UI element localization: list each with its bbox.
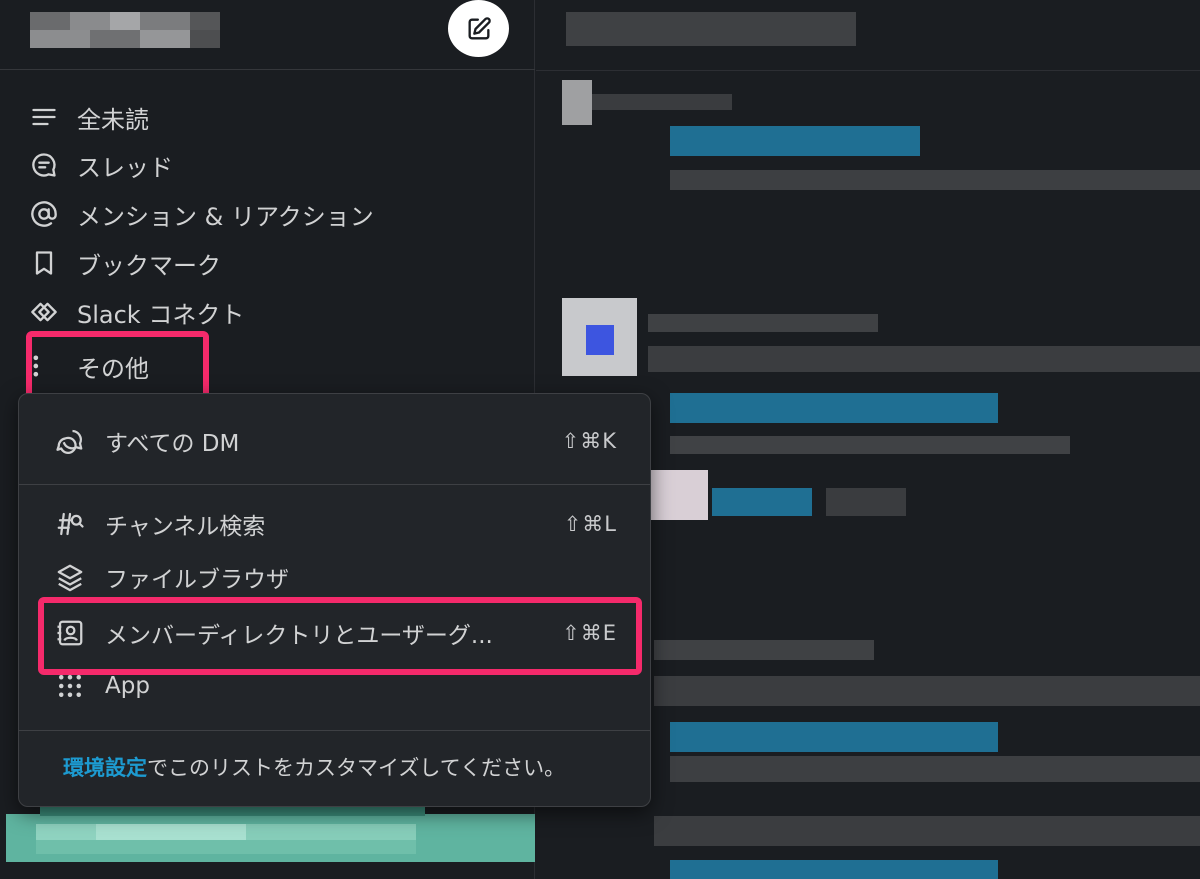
menu-item-shortcut: ⇧⌘L [563,512,617,536]
at-sign-icon [30,198,62,230]
nav-item-label: ブックマーク [77,251,221,280]
nav-item-bookmarks[interactable]: ブックマーク [30,241,221,285]
menu-divider [19,730,650,731]
edit-icon [468,16,491,39]
menu-item-label: ファイルブラウザ [105,567,289,593]
layers-icon [55,560,89,594]
preferences-link[interactable]: 環境設定 [63,756,147,780]
nav-item-label: スレッド [77,153,173,182]
nav-item-label: 全未読 [77,105,149,134]
compose-button[interactable] [448,0,509,57]
redacted-selected-channel[interactable] [6,814,535,862]
nav-item-mentions[interactable]: メンション & リアクション [30,192,374,236]
nav-item-label: Slack コネクト [77,300,245,329]
channel-search-icon [55,507,89,541]
redacted-workspace-name[interactable] [30,12,220,50]
vertical-ellipsis-icon [30,350,62,382]
menu-item-all-dms[interactable]: すべての DM ⇧⌘K [55,418,625,464]
dm-bubbles-icon [55,424,89,458]
workspace-header [0,0,535,70]
menu-divider [19,484,650,485]
menu-item-file-browser[interactable]: ファイルブラウザ [55,554,625,600]
more-menu-popup: すべての DM ⇧⌘K チャンネル検索 ⇧⌘L ファイルブラウザ メンバーディレ… [18,393,651,807]
menu-item-shortcut: ⇧⌘K [561,429,617,453]
menu-item-shortcut: ⇧⌘E [562,621,617,645]
menu-item-label: チャンネル検索 [105,514,266,540]
redacted-row-strip [40,806,425,816]
nav-item-all-unreads[interactable]: 全未読 [30,95,149,139]
menu-item-label: すべての DM [105,431,240,457]
list-icon [30,101,62,133]
nav-item-threads[interactable]: スレッド [30,143,173,187]
redacted-channel-header [566,12,856,46]
contact-card-icon [55,616,89,650]
menu-item-label: メンバーディレクトリとユーザーグ... [105,623,493,649]
menu-item-member-directory[interactable]: メンバーディレクトリとユーザーグ... ⇧⌘E [55,610,625,656]
menu-item-label: App [105,673,150,699]
menu-footer: 環境設定でこのリストをカスタマイズしてください。 [63,752,565,782]
menu-item-channel-search[interactable]: チャンネル検索 ⇧⌘L [55,501,625,547]
nav-item-slack-connect[interactable]: Slack コネクト [30,290,244,334]
nav-item-label: その他 [77,354,149,383]
bookmark-icon [30,247,62,279]
slack-connect-icon [30,296,62,328]
menu-item-apps[interactable]: App [55,663,625,709]
threads-icon [30,149,62,181]
footer-text: でこのリストをカスタマイズしてください。 [147,756,566,780]
app-grid-icon [55,669,89,703]
redacted-avatar [562,80,592,125]
nav-item-more[interactable]: その他 [30,344,149,388]
nav-item-label: メンション & リアクション [77,202,374,231]
